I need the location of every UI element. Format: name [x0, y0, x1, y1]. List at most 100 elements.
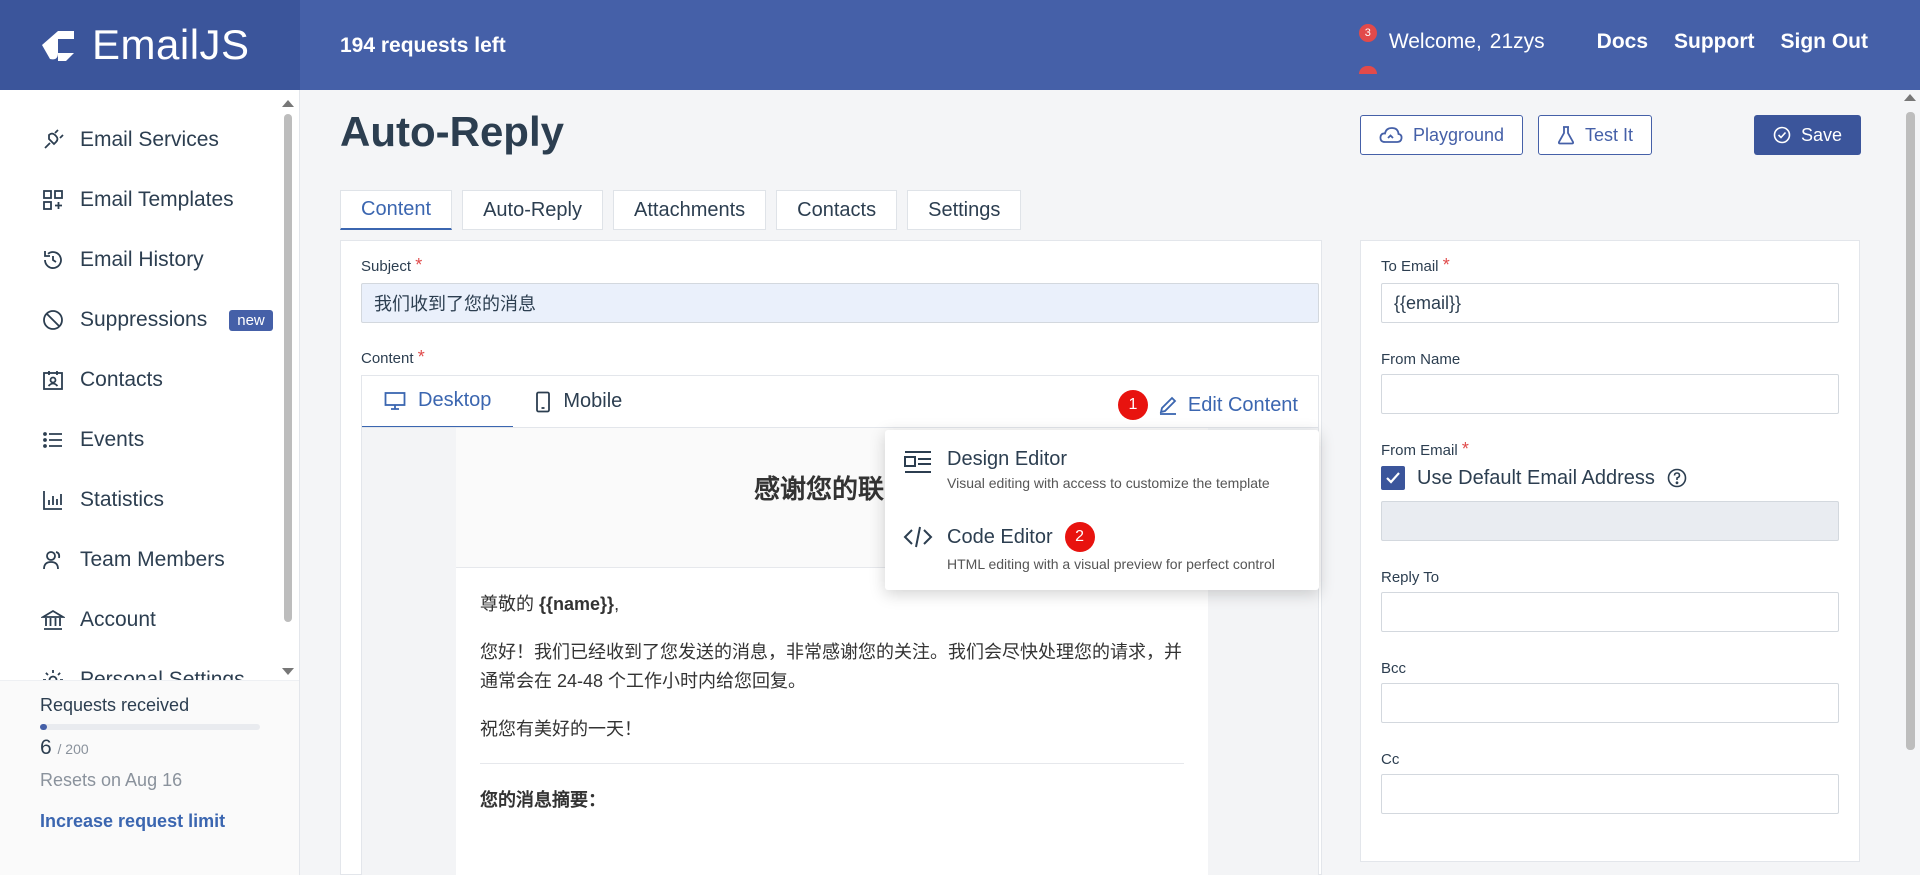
sidebar-item-label: Email Services: [80, 128, 219, 151]
tab-content[interactable]: Content: [340, 190, 453, 230]
docs-link[interactable]: Docs: [1597, 30, 1648, 54]
cloud-icon: [1379, 127, 1403, 143]
editor-tabs: Desktop Mobile 1 Edit Content: [361, 375, 1319, 428]
save-button[interactable]: Save: [1754, 115, 1861, 155]
required-asterisk: *: [417, 347, 425, 367]
default-email-checkbox[interactable]: [1381, 466, 1405, 490]
to-email-label-text: To Email: [1381, 258, 1439, 275]
playground-button[interactable]: Playground: [1360, 115, 1524, 155]
code-editor-option[interactable]: Code Editor 2 HTML editing with a visual…: [903, 522, 1275, 572]
sidebar-scrollbar[interactable]: [282, 100, 294, 675]
notification-badge-secondary: [1358, 66, 1377, 74]
bcc-input[interactable]: [1381, 683, 1839, 723]
template-tabs: Content Auto-Reply Attachments Contacts …: [340, 190, 1022, 230]
tab-attachments[interactable]: Attachments: [613, 190, 767, 230]
page-title: Auto-Reply: [340, 108, 564, 155]
tab-settings[interactable]: Settings: [907, 190, 1022, 230]
username[interactable]: 21zys: [1490, 30, 1545, 54]
edit-content-button[interactable]: 1 Edit Content: [1117, 390, 1298, 420]
step-marker-2: 2: [1064, 522, 1095, 552]
tab-mobile[interactable]: Mobile: [513, 376, 644, 428]
usage-panel: Requests received 6 / 200 Resets on Aug …: [0, 680, 299, 875]
email-paragraph-2: 祝您有美好的一天！: [480, 719, 642, 740]
top-nav: 3 Welcome, 21zys Docs Support Sign Out: [1358, 24, 1869, 74]
usage-reset: Resets on Aug 16: [40, 770, 183, 790]
sidebar-item-personal-settings[interactable]: Personal Settings: [0, 650, 280, 680]
desktop-icon: [384, 391, 406, 410]
sidebar-item-label: Team Members: [80, 548, 225, 571]
required-asterisk: *: [415, 255, 423, 275]
page-scroll-up-icon[interactable]: [1904, 94, 1916, 101]
divider: [480, 762, 1184, 764]
sidebar-item-team-members[interactable]: Team Members: [0, 530, 280, 590]
greeting-prefix: 尊敬的: [480, 594, 540, 614]
bar-chart-icon: [40, 487, 66, 513]
sidebar-item-statistics[interactable]: Statistics: [0, 470, 280, 530]
content-label: Content *: [361, 347, 425, 368]
page-scrollbar[interactable]: [1902, 90, 1918, 875]
brand[interactable]: EmailJS: [0, 0, 300, 90]
test-it-button[interactable]: Test It: [1538, 115, 1653, 155]
default-email-checkbox-row[interactable]: Use Default Email Address: [1381, 466, 1687, 490]
usage-progress-bar: [40, 724, 260, 730]
subject-label: Subject *: [361, 255, 422, 276]
design-editor-desc: Visual editing with access to customize …: [947, 475, 1270, 491]
sidebar-item-email-templates[interactable]: Email Templates: [0, 170, 280, 230]
tab-contacts[interactable]: Contacts: [776, 190, 898, 230]
bank-icon: [40, 607, 66, 633]
usage-label: Requests received: [40, 695, 190, 715]
layout-icon: [904, 451, 931, 473]
support-link[interactable]: Support: [1674, 30, 1754, 54]
gear-icon: [40, 667, 66, 680]
scroll-down-arrow-icon[interactable]: [282, 668, 294, 675]
sidebar-item-label: Events: [80, 428, 145, 451]
page-scrollbar-thumb[interactable]: [1906, 112, 1915, 750]
cc-label: Cc: [1381, 751, 1400, 768]
from-name-input[interactable]: [1381, 374, 1839, 414]
to-email-value: {{email}}: [1394, 292, 1462, 313]
emailjs-logo-icon: [42, 31, 74, 61]
usage-count-value: 6: [40, 736, 52, 759]
checkmark-icon: [1386, 472, 1400, 484]
top-bar: EmailJS 194 requests left 3 Welcome, 21z…: [0, 0, 1920, 90]
sidebar-item-suppressions[interactable]: Suppressions new: [0, 290, 280, 350]
tab-auto-reply[interactable]: Auto-Reply: [462, 190, 603, 230]
sidebar-item-email-services[interactable]: Email Services: [0, 110, 280, 170]
cc-input[interactable]: [1381, 774, 1839, 814]
summary-title: 您的消息摘要：: [480, 789, 606, 810]
brand-name: EmailJS: [92, 21, 250, 68]
scrollbar-thumb[interactable]: [284, 114, 292, 622]
from-email-label: From Email *: [1381, 439, 1469, 460]
to-email-input[interactable]: {{email}}: [1381, 283, 1839, 323]
tab-desktop[interactable]: Desktop: [362, 376, 514, 428]
notification-badge[interactable]: 3: [1358, 24, 1377, 42]
sidebar-item-label: Statistics: [80, 488, 165, 511]
edit-content-menu: Design Editor Visual editing with access…: [885, 430, 1319, 590]
sidebar-item-events[interactable]: Events: [0, 410, 280, 470]
sidebar-item-contacts[interactable]: Contacts: [0, 350, 280, 410]
usage-progress-fill: [40, 724, 47, 730]
sign-out-link[interactable]: Sign Out: [1781, 30, 1869, 54]
sidebar-item-label: Account: [80, 608, 156, 631]
help-icon[interactable]: [1667, 468, 1687, 488]
list-icon: [40, 427, 66, 453]
check-circle-icon: [1773, 126, 1791, 144]
required-asterisk: *: [1442, 255, 1450, 275]
pencil-icon: [1159, 396, 1177, 415]
subject-value: 我们收到了您的消息: [374, 294, 536, 314]
requests-left: 194 requests left: [340, 34, 506, 57]
code-editor-title-text: Code Editor: [947, 525, 1053, 548]
from-email-input[interactable]: [1381, 501, 1839, 541]
scroll-up-arrow-icon[interactable]: [282, 100, 294, 107]
increase-limit-link[interactable]: Increase request limit: [40, 811, 259, 832]
reply-to-input[interactable]: [1381, 592, 1839, 632]
subject-input[interactable]: 我们收到了您的消息: [361, 283, 1319, 323]
design-editor-option[interactable]: Design Editor Visual editing with access…: [903, 448, 1270, 491]
sidebar-item-email-history[interactable]: Email History: [0, 230, 280, 290]
tab-mobile-label: Mobile: [563, 390, 623, 412]
design-editor-title: Design Editor: [947, 448, 1068, 470]
sidebar-item-account[interactable]: Account: [0, 590, 280, 650]
reply-to-label: Reply To: [1381, 569, 1440, 586]
from-email-label-text: From Email: [1381, 442, 1458, 459]
history-icon: [40, 247, 66, 273]
